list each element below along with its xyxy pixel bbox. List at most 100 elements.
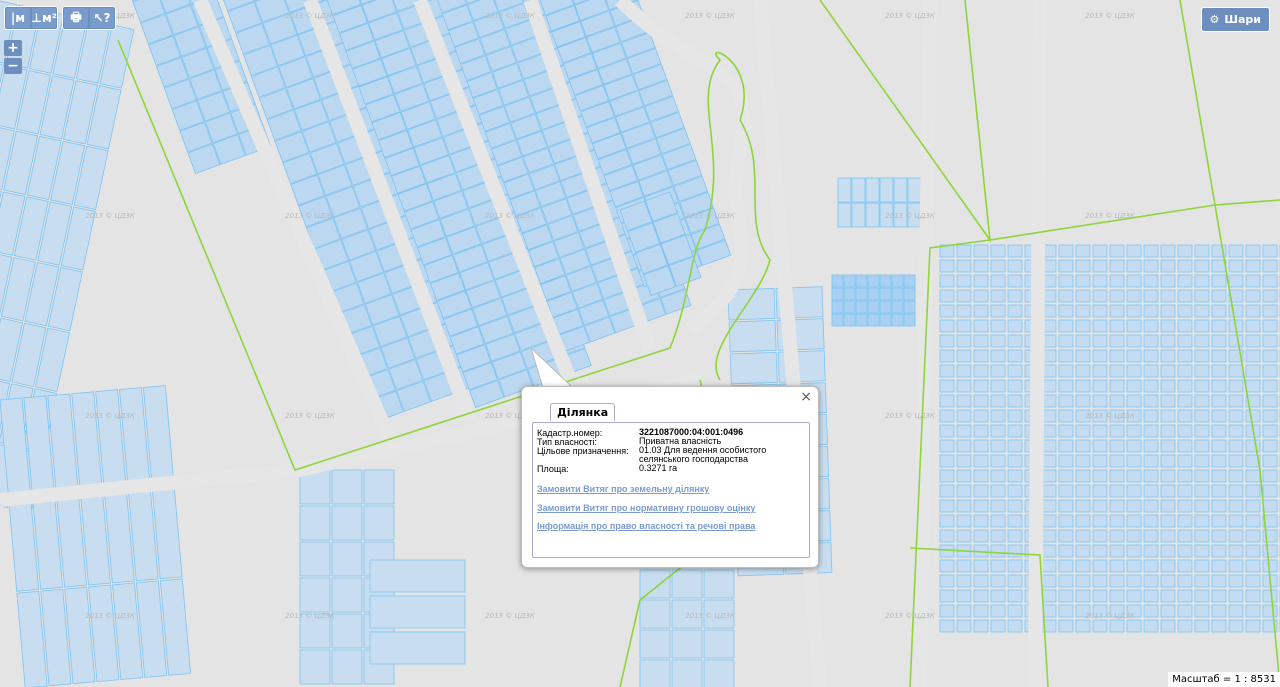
parcel xyxy=(1092,619,1108,633)
parcel xyxy=(990,349,1006,363)
parcel xyxy=(1245,559,1261,573)
close-icon[interactable]: × xyxy=(800,389,812,405)
parcel xyxy=(1109,454,1125,468)
parcel xyxy=(1194,349,1210,363)
parcel xyxy=(1007,364,1023,378)
parcel xyxy=(671,629,703,659)
print-button[interactable]: 🖶 xyxy=(64,8,88,28)
parcel xyxy=(1075,394,1091,408)
parcel xyxy=(1092,529,1108,543)
parcel xyxy=(1194,424,1210,438)
parcel xyxy=(1075,559,1091,573)
parcel xyxy=(1160,529,1176,543)
parcel xyxy=(1194,469,1210,483)
parcel xyxy=(1126,514,1142,528)
parcel xyxy=(956,304,972,318)
watermark-text: 2013 © ЦДЗК xyxy=(285,412,336,420)
parcel xyxy=(1228,454,1244,468)
parcel xyxy=(1211,379,1227,393)
measure-area-icon: ⊥м² xyxy=(30,11,58,25)
parcel xyxy=(1160,484,1176,498)
zoom-out-button[interactable]: − xyxy=(4,58,22,74)
parcel xyxy=(1058,304,1074,318)
parcel xyxy=(990,289,1006,303)
parcel xyxy=(1007,499,1023,513)
measure-area-button[interactable]: ⊥м² xyxy=(30,8,58,28)
layers-button[interactable]: ⚙ Шари xyxy=(1200,7,1270,32)
parcel xyxy=(1143,289,1159,303)
ownership-rights-info-link[interactable]: Інформація про право власності та речові… xyxy=(537,521,755,531)
tab-parcel[interactable]: Ділянка xyxy=(550,403,616,421)
parcel xyxy=(1092,424,1108,438)
parcel xyxy=(1058,424,1074,438)
map-toolbar: |м ⊥м² 🖶 ↖? xyxy=(4,6,116,30)
parcel xyxy=(939,364,955,378)
parcel xyxy=(990,364,1006,378)
parcel xyxy=(1058,604,1074,618)
parcel xyxy=(1177,514,1193,528)
watermark-text: 2013 © ЦДЗК xyxy=(885,412,936,420)
parcel xyxy=(973,379,989,393)
parcel xyxy=(703,659,735,687)
zoom-in-button[interactable]: + xyxy=(4,40,22,56)
identify-button[interactable]: ↖? xyxy=(90,8,114,28)
parcel xyxy=(956,394,972,408)
parcel xyxy=(1228,529,1244,543)
parcel xyxy=(990,304,1006,318)
parcel xyxy=(879,287,892,301)
parcel xyxy=(1126,529,1142,543)
parcel xyxy=(1075,514,1091,528)
measure-distance-button[interactable]: |м xyxy=(6,8,30,28)
parcel xyxy=(1126,364,1142,378)
parcel xyxy=(990,544,1006,558)
parcel xyxy=(1143,439,1159,453)
parcel xyxy=(1007,454,1023,468)
parcel xyxy=(1092,394,1108,408)
parcel xyxy=(1245,334,1261,348)
parcel xyxy=(1228,559,1244,573)
parcel xyxy=(1007,244,1023,258)
parcel xyxy=(1058,619,1074,633)
parcel xyxy=(939,499,955,513)
parcel xyxy=(1262,319,1278,333)
field-value: 01.03 Для ведення особистого селянського… xyxy=(639,445,767,464)
parcel xyxy=(903,300,916,314)
action-tool-group: 🖶 ↖? xyxy=(62,6,116,30)
parcel xyxy=(1075,274,1091,288)
parcel xyxy=(1075,364,1091,378)
identify-icon: ↖? xyxy=(93,11,111,25)
parcel xyxy=(1092,364,1108,378)
cadastral-map[interactable]: 2013 © ЦДЗК 2013 © ЦДЗК 2013 © ЦДЗК 2013 © … xyxy=(0,0,1280,687)
parcel xyxy=(1075,454,1091,468)
parcel xyxy=(990,604,1006,618)
order-valuation-extract-link[interactable]: Замовити Витяг про нормативну грошову оц… xyxy=(537,503,755,513)
parcel xyxy=(1143,259,1159,273)
parcel xyxy=(891,300,904,314)
parcel xyxy=(1228,604,1244,618)
parcel xyxy=(1126,574,1142,588)
parcel xyxy=(1211,439,1227,453)
parcel xyxy=(843,274,856,288)
parcel xyxy=(1245,469,1261,483)
order-parcel-extract-link[interactable]: Замовити Витяг про земельну ділянку xyxy=(537,484,709,494)
parcel xyxy=(1262,259,1278,273)
parcel-block-village xyxy=(939,244,1280,633)
parcel xyxy=(990,424,1006,438)
parcel xyxy=(1228,484,1244,498)
watermark-text: 2013 © ЦДЗК xyxy=(485,212,536,220)
parcel xyxy=(363,469,395,505)
parcel xyxy=(1160,499,1176,513)
parcel xyxy=(1211,604,1227,618)
parcel xyxy=(1160,469,1176,483)
parcel xyxy=(1177,244,1193,258)
parcel xyxy=(1211,319,1227,333)
parcel xyxy=(639,569,671,599)
parcel xyxy=(1092,514,1108,528)
parcel xyxy=(1007,589,1023,603)
parcel xyxy=(1228,574,1244,588)
parcel xyxy=(939,559,955,573)
parcel xyxy=(1160,574,1176,588)
parcel xyxy=(1007,484,1023,498)
parcel xyxy=(1194,334,1210,348)
parcel xyxy=(939,334,955,348)
